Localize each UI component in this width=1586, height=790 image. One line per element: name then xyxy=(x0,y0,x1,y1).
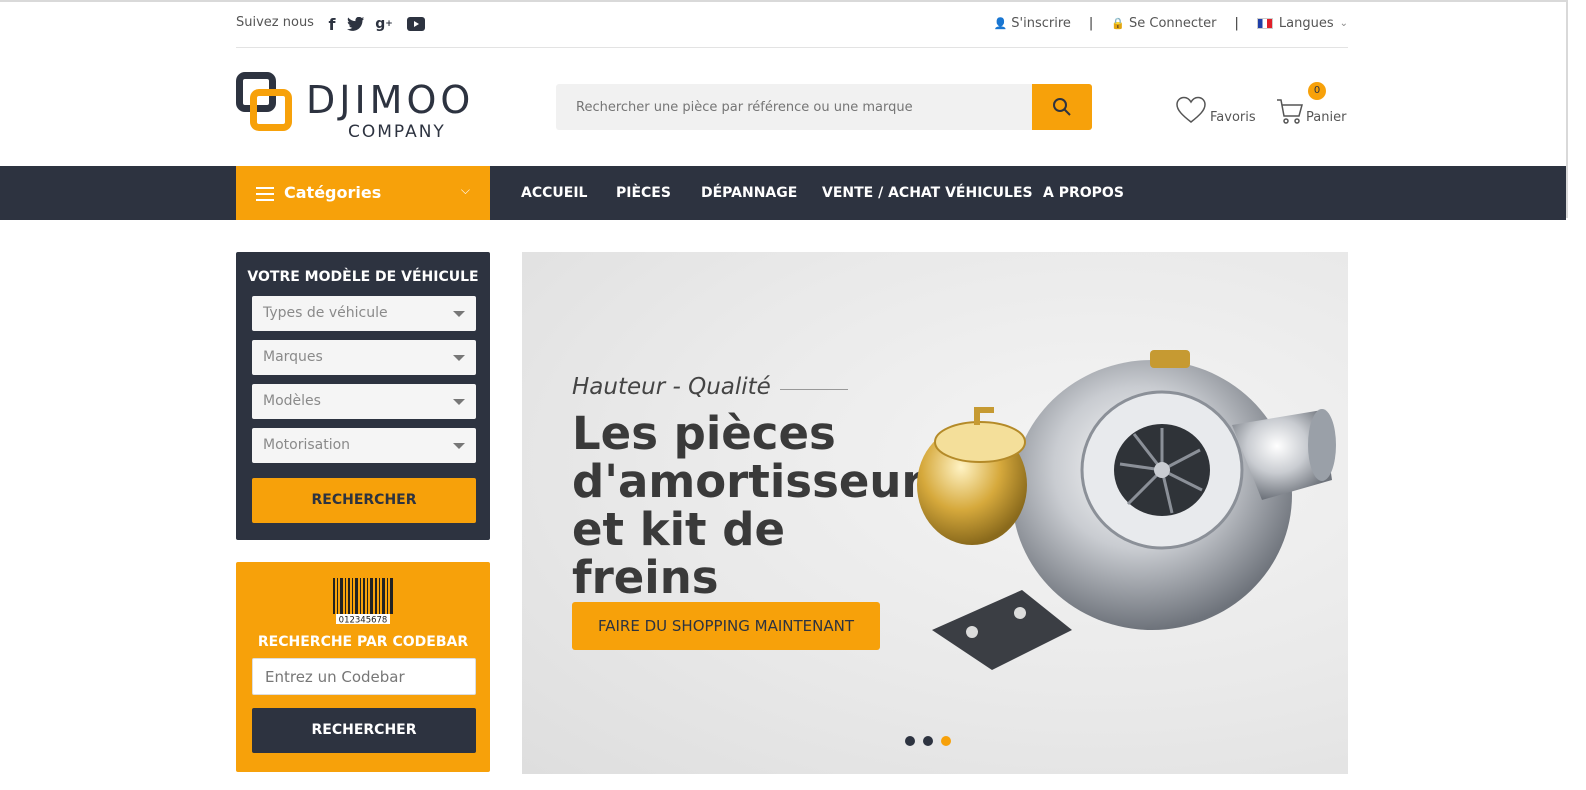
logo-name: DJIMOO xyxy=(306,78,475,122)
vehicle-search-button[interactable]: RECHERCHER xyxy=(252,478,476,523)
google-plus-icon[interactable]: g + xyxy=(374,14,394,34)
vehicle-search-title: VOTRE MODÈLE DE VÉHICULE xyxy=(247,269,479,285)
shop-now-button[interactable]: FAIRE DU SHOPPING MAINTENANT xyxy=(572,602,880,650)
cart-icon xyxy=(1277,99,1303,124)
logo-mark-orange xyxy=(250,89,292,131)
login-link[interactable]: Se Connecter xyxy=(1129,16,1216,31)
favorites-label: Favoris xyxy=(1210,110,1256,125)
chevron-down-icon: ⌄ xyxy=(1339,18,1348,29)
engine-placeholder: Motorisation xyxy=(263,437,351,453)
favorites-button[interactable]: Favoris xyxy=(1176,96,1256,132)
divider: | xyxy=(1088,16,1094,31)
language-selector[interactable]: Langues xyxy=(1279,16,1334,31)
search-bar xyxy=(556,84,1092,130)
engine-select[interactable]: Motorisation xyxy=(252,428,476,463)
hero-heading: Les pièces d'amortisseurs et kit de frei… xyxy=(572,407,951,604)
tagline-rule xyxy=(780,389,848,390)
caret-down-icon xyxy=(453,443,465,449)
nav-item-a-propos[interactable]: A PROPOS xyxy=(1043,166,1124,220)
model-placeholder: Modèles xyxy=(263,393,321,409)
top-border xyxy=(0,0,1566,2)
follow-us-label: Suivez nous xyxy=(236,15,314,30)
caret-down-icon xyxy=(453,311,465,317)
vehicle-model-search: VOTRE MODÈLE DE VÉHICULE Types de véhicu… xyxy=(236,252,490,540)
vehicle-type-placeholder: Types de véhicule xyxy=(263,305,388,321)
search-icon xyxy=(1053,98,1071,116)
heart-icon xyxy=(1176,96,1206,123)
barcode-number: 012345678 xyxy=(339,616,388,625)
codebar-search: 012345678 RECHERCHE PAR CODEBAR RECHERCH… xyxy=(236,562,490,772)
caret-down-icon xyxy=(453,355,465,361)
model-select[interactable]: Modèles xyxy=(252,384,476,419)
lock-icon: 🔒 xyxy=(1111,17,1126,30)
nav-item-depannage[interactable]: DÉPANNAGE xyxy=(701,166,797,220)
slider-dot-3[interactable] xyxy=(941,736,951,746)
categories-menu[interactable]: Catégories ⌵ xyxy=(236,166,490,220)
vehicle-type-select[interactable]: Types de véhicule xyxy=(252,296,476,331)
hamburger-icon xyxy=(256,187,274,201)
brand-select[interactable]: Marques xyxy=(252,340,476,375)
hero-tagline: Hauteur - Qualité xyxy=(572,374,771,400)
logo[interactable]: DJIMOO COMPANY xyxy=(236,72,496,144)
slider-dots xyxy=(905,736,951,746)
codebar-input[interactable] xyxy=(252,658,476,695)
nav-item-pieces[interactable]: PIÈCES xyxy=(616,166,671,220)
right-border xyxy=(1566,0,1568,218)
top-bar: Suivez nous f g + 👤 S'inscrire | 🔒 Se Con… xyxy=(236,6,1348,46)
slider-dot-2[interactable] xyxy=(923,736,933,746)
cart-label: Panier xyxy=(1306,110,1347,125)
user-icon: 👤 xyxy=(993,17,1008,30)
facebook-icon[interactable]: f xyxy=(322,14,342,34)
brand-placeholder: Marques xyxy=(263,349,323,365)
youtube-icon[interactable] xyxy=(406,14,426,34)
barcode-icon: 012345678 xyxy=(331,576,395,624)
register-link[interactable]: S'inscrire xyxy=(1011,16,1071,31)
caret-down-icon xyxy=(453,399,465,405)
search-input[interactable] xyxy=(556,84,1026,130)
slider-dot-1[interactable] xyxy=(905,736,915,746)
nav-item-vente-achat[interactable]: VENTE / ACHAT VÉHICULES xyxy=(822,166,1033,220)
account-links: 👤 S'inscrire | 🔒 Se Connecter | Langues … xyxy=(994,16,1348,31)
chevron-down-icon: ⌵ xyxy=(460,183,470,197)
turbocharger-image xyxy=(917,350,1336,670)
hero-slider: Hauteur - Qualité Les pièces d'amortisse… xyxy=(522,252,1348,774)
cart-button[interactable]: 0 Panier xyxy=(1276,82,1356,132)
search-button[interactable] xyxy=(1032,84,1092,130)
codebar-title: RECHERCHE PAR CODEBAR xyxy=(257,634,469,650)
twitter-icon[interactable] xyxy=(346,14,366,34)
categories-label: Catégories xyxy=(284,183,382,202)
nav-item-accueil[interactable]: ACCUEIL xyxy=(521,166,587,220)
divider xyxy=(236,47,1348,48)
codebar-search-button[interactable]: RECHERCHER xyxy=(252,708,476,753)
divider: | xyxy=(1234,16,1239,31)
cart-count-badge: 0 xyxy=(1308,82,1326,100)
france-flag-icon xyxy=(1256,18,1273,29)
logo-subtitle: COMPANY xyxy=(348,122,446,142)
